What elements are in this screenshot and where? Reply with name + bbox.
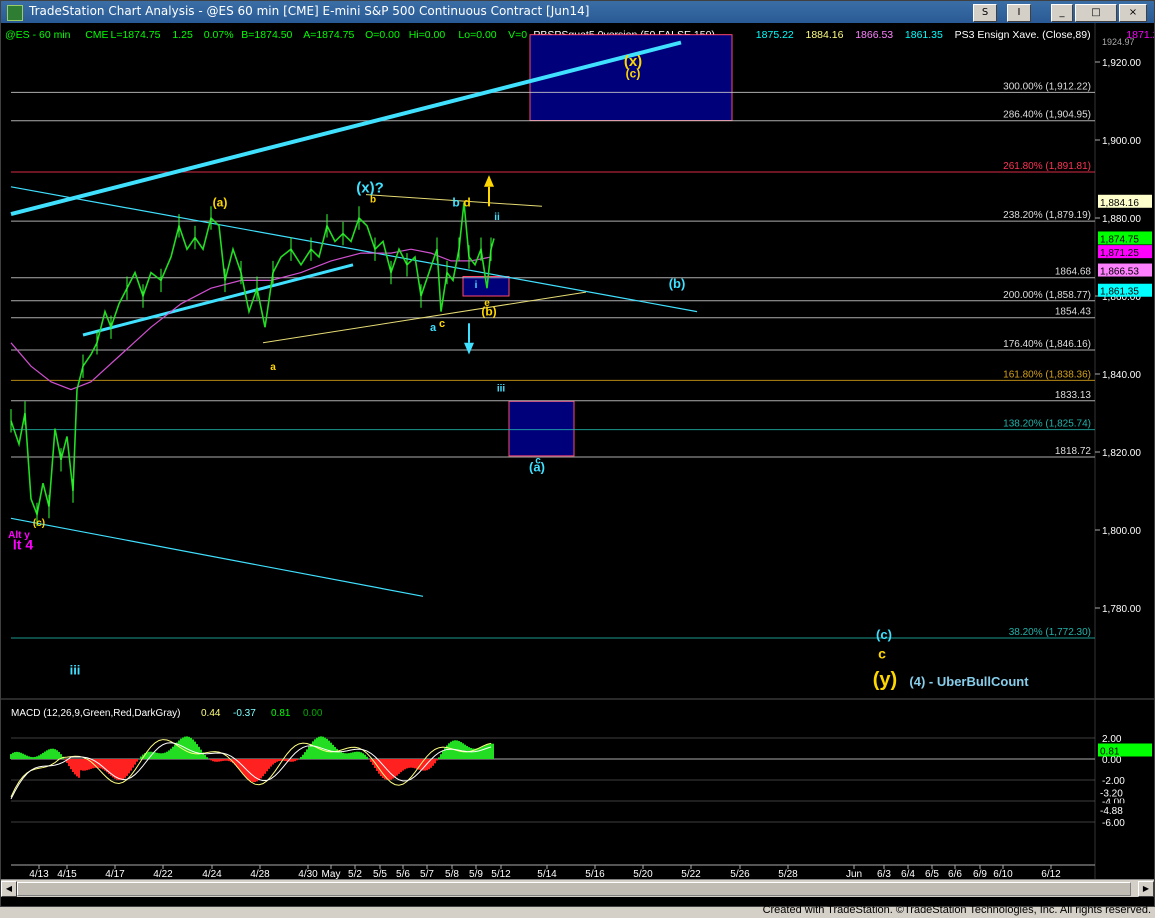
fib-label: 38.20% (1,772.30) xyxy=(1009,627,1091,638)
fib-label: 1864.68 xyxy=(1055,267,1092,278)
price-tag-label: 1,871.25 xyxy=(1100,248,1139,259)
header-field: Hi=0.00 xyxy=(409,29,446,41)
fib-label: 1818.72 xyxy=(1055,446,1092,457)
macd-label: MACD (12,26,9,Green,Red,DarkGray) xyxy=(11,708,181,719)
wave-label: a xyxy=(430,322,437,334)
header-field: L=1874.75 xyxy=(111,29,161,41)
wave-label: (b) xyxy=(481,305,496,319)
fib-label: 286.40% (1,904.95) xyxy=(1003,110,1091,121)
scroll-right-icon[interactable]: ▶ xyxy=(1138,881,1154,897)
chart-window: TradeStation Chart Analysis - @ES 60 min… xyxy=(0,0,1155,907)
header-field: 0.07% xyxy=(204,29,234,41)
header-field: 1884.16 xyxy=(806,29,844,41)
footer-copyright: Created with TradeStation. ©TradeStation… xyxy=(762,904,1151,916)
header-field: V=0 xyxy=(508,29,527,41)
fib-label: 200.00% (1,858.77) xyxy=(1003,290,1091,301)
fib-label: 138.20% (1,825.74) xyxy=(1003,419,1091,430)
price-tick-label-partial: 1924.97 xyxy=(1102,37,1135,47)
scroll-thumb[interactable] xyxy=(17,882,1131,896)
header-field: 1.25 xyxy=(172,29,193,41)
header-field: PS3 Ensign Xave. (Close,89) xyxy=(955,29,1091,41)
macd-tag-label: -4.88 xyxy=(1100,806,1123,817)
price-tick-label: 1,880.00 xyxy=(1102,214,1141,225)
wave-label: iii xyxy=(497,384,506,395)
wave-label: a xyxy=(270,362,276,373)
wave-label: d xyxy=(463,195,470,209)
app-icon xyxy=(7,5,23,21)
wave-label: i xyxy=(475,280,478,291)
price-tag-label: 1,866.53 xyxy=(1100,267,1139,278)
title-bar: TradeStation Chart Analysis - @ES 60 min… xyxy=(1,1,1154,23)
header-field: 1861.35 xyxy=(905,29,943,41)
scroll-left-icon[interactable]: ◀ xyxy=(1,881,17,897)
indicator-button[interactable]: I xyxy=(1007,4,1031,22)
macd-tag-label: -3.20 xyxy=(1100,789,1123,800)
maximize-button[interactable]: □ xyxy=(1075,4,1117,22)
header-field: @ES - 60 min xyxy=(5,29,71,41)
wave-label: (a) xyxy=(529,460,545,475)
wave-label: b xyxy=(370,194,376,205)
wave-label: (y) xyxy=(873,669,897,691)
macd-value: 0.81 xyxy=(271,708,291,719)
price-tick-label: 1,780.00 xyxy=(1102,604,1141,615)
fib-label: 261.80% (1,891.81) xyxy=(1003,161,1091,172)
wave-label: b xyxy=(452,195,459,209)
wave-label: (c) xyxy=(33,518,45,529)
fib-label: 238.20% (1,879.19) xyxy=(1003,210,1091,221)
wave-label: (b) xyxy=(669,276,686,291)
fib-label: 1854.43 xyxy=(1055,307,1092,318)
fib-label: 1833.13 xyxy=(1055,390,1092,401)
price-tag-label: 1,861.35 xyxy=(1100,287,1139,298)
wave-label: lt 4 xyxy=(13,537,33,553)
wave-label: (c) xyxy=(876,627,892,642)
price-tick-label: 1,820.00 xyxy=(1102,448,1141,459)
wave-label: (4) - UberBullCount xyxy=(909,674,1029,689)
macd-axis-label: 2.00 xyxy=(1102,734,1122,745)
header-field: B=1874.50 xyxy=(241,29,292,41)
chart-plot[interactable]: @ES - 60 min CME L=1874.75 1.25 0.07% B=1874.… xyxy=(1,23,1154,881)
fib-label: 176.40% (1,846.16) xyxy=(1003,339,1091,350)
header-field: Lo=0.00 xyxy=(458,29,496,41)
minimize-button[interactable]: _ xyxy=(1051,4,1073,22)
header-field: 1866.53 xyxy=(855,29,893,41)
macd-value: -0.37 xyxy=(233,708,256,719)
symbol-button[interactable]: S xyxy=(973,4,997,22)
price-tick-label: 1,900.00 xyxy=(1102,136,1141,147)
header-field: O=0.00 xyxy=(365,29,400,41)
price-tick-label: 1,840.00 xyxy=(1102,370,1141,381)
close-button[interactable]: × xyxy=(1119,4,1147,22)
header-field: CME xyxy=(85,29,108,41)
header-field: A=1874.75 xyxy=(303,29,354,41)
macd-value: 0.44 xyxy=(201,708,221,719)
price-tick-label: 1,920.00 xyxy=(1102,58,1141,69)
horizontal-scrollbar[interactable]: ◀ ▶ xyxy=(1,879,1154,897)
price-tag-label: 1,884.16 xyxy=(1100,198,1139,209)
macd-tag-label: 0.81 xyxy=(1100,746,1120,757)
wave-label: c xyxy=(439,318,445,330)
price-tick-label: 1,800.00 xyxy=(1102,526,1141,537)
macd-value: 0.00 xyxy=(303,708,323,719)
price-tag-label: 1,874.75 xyxy=(1100,234,1139,245)
wave-label: c xyxy=(878,646,886,662)
macd-axis-label: -2.00 xyxy=(1102,776,1125,787)
wave-label: (a) xyxy=(213,195,228,209)
window-title: TradeStation Chart Analysis - @ES 60 min… xyxy=(29,4,590,18)
target-box-lower xyxy=(508,400,575,457)
wave-label: ii xyxy=(494,212,500,223)
header-field: 1875.22 xyxy=(756,29,794,41)
macd-axis-label: -6.00 xyxy=(1102,818,1125,829)
wave-label: iii xyxy=(70,662,81,677)
wave-label: (c) xyxy=(626,67,641,81)
fib-label: 161.80% (1,838.36) xyxy=(1003,369,1091,380)
fib-label: 300.00% (1,912.22) xyxy=(1003,81,1091,92)
